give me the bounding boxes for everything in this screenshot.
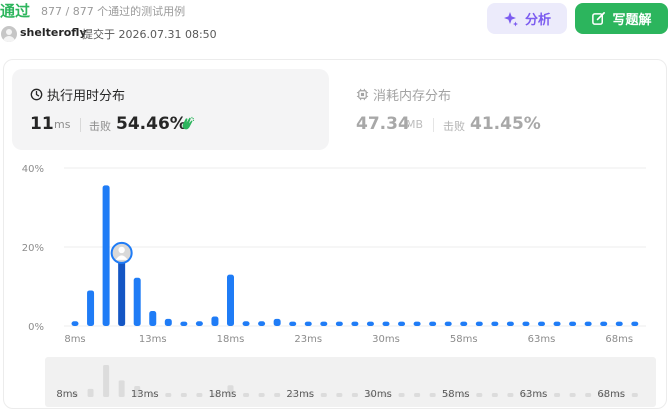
chart-bar (180, 321, 188, 326)
chart-bar (382, 321, 390, 326)
chart-bar (615, 321, 623, 326)
chart-bar (227, 274, 234, 326)
navigator-bar (569, 393, 576, 397)
chart-bar (133, 277, 141, 326)
chart-bar (289, 321, 297, 326)
x-tick-label: 23ms (294, 334, 322, 345)
chart-bar (538, 321, 545, 326)
chart-bar (320, 321, 328, 326)
chart-bar (522, 321, 530, 326)
chart-bar (584, 321, 592, 326)
chart-bar (429, 321, 437, 326)
chart-bar (242, 321, 250, 326)
chart-bar (631, 321, 639, 326)
navigator-bar (87, 388, 94, 397)
x-tick-label: 30ms (372, 334, 400, 345)
navigator-bar (320, 393, 327, 397)
navigator-bar (476, 393, 483, 397)
navigator-bar (429, 393, 436, 397)
x-tick-label: 58ms (450, 334, 478, 345)
navigator-tick-label: 8ms (56, 389, 77, 400)
chart-bar (351, 321, 359, 326)
chart-bar (258, 321, 266, 326)
navigator-tick-label: 30ms (364, 389, 392, 400)
chart-bar (491, 321, 499, 326)
x-tick-label: 8ms (64, 334, 85, 345)
navigator-bar (398, 393, 405, 397)
chart-bar (71, 321, 79, 326)
chart-bar (164, 318, 172, 326)
chart-bar (444, 321, 452, 326)
chart-bar (413, 321, 421, 326)
chart-bar (87, 290, 95, 326)
navigator-bar (118, 380, 125, 397)
x-tick-label: 68ms (605, 334, 633, 345)
chart-bar (273, 318, 281, 326)
chart-bar (475, 321, 483, 326)
navigator-bar (243, 393, 250, 397)
navigator-bar (507, 393, 514, 397)
navigator-bar (180, 393, 187, 397)
navigator-bar (491, 393, 498, 397)
chart-bar (506, 321, 514, 326)
navigator-bar (554, 393, 561, 397)
navigator-bar (351, 393, 358, 397)
chart-bar (600, 321, 608, 326)
y-tick-label: 40% (22, 164, 44, 175)
navigator-bar (165, 393, 172, 397)
navigator-tick-label: 63ms (520, 389, 548, 400)
navigator-tick-label: 18ms (209, 389, 237, 400)
navigator-bar (258, 393, 265, 397)
avatar-head (118, 246, 125, 254)
chart-bar (366, 321, 374, 326)
chart-bar (195, 321, 203, 326)
navigator-bar (336, 393, 343, 397)
chart-bar (149, 310, 157, 326)
x-tick-label: 18ms (217, 334, 245, 345)
navigator-bar (274, 393, 281, 397)
navigator-tick-label: 23ms (286, 389, 314, 400)
navigator-tick-label: 68ms (597, 389, 625, 400)
navigator-bar (631, 393, 638, 397)
chart-bar (553, 321, 561, 326)
navigator-tick-label: 13ms (131, 389, 159, 400)
chart-bar (304, 321, 312, 326)
chart-bar (398, 321, 406, 326)
chart-bar (569, 321, 577, 326)
navigator-bar (196, 393, 203, 397)
x-tick-label: 13ms (139, 334, 167, 345)
navigator-bar (414, 393, 421, 397)
navigator-tick-label: 58ms (442, 389, 470, 400)
chart-bar (460, 321, 468, 326)
y-tick-label: 0% (28, 322, 44, 333)
chart-bar (335, 321, 343, 326)
y-tick-label: 20% (22, 243, 44, 254)
navigator-bar (103, 364, 110, 397)
navigator-bar (585, 393, 592, 397)
runtime-distribution-chart[interactable]: 40% 20% 0% 8ms 13ms 18ms 23ms 30ms 58ms 63ms 68ms 8… (0, 0, 672, 414)
chart-bar (102, 185, 110, 326)
x-tick-label: 63ms (528, 334, 556, 345)
chart-bar (211, 316, 219, 326)
